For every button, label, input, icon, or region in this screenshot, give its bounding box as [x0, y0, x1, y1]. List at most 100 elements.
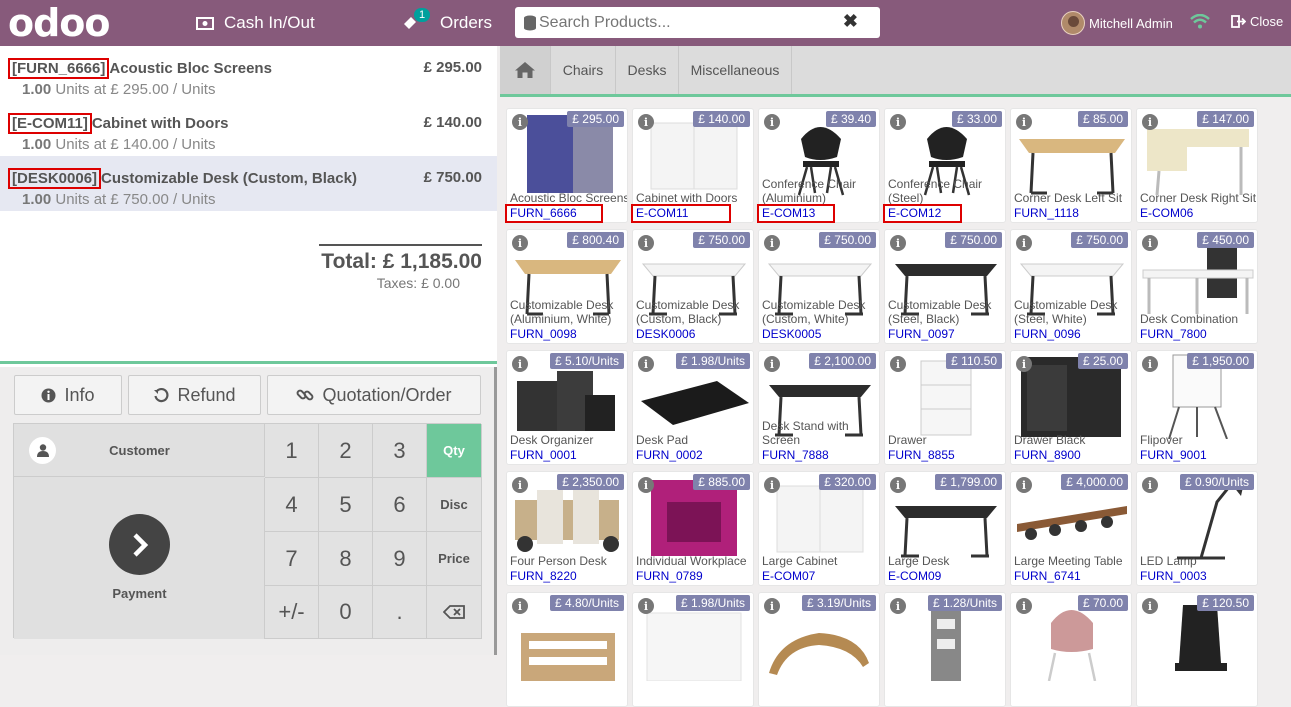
product-card[interactable]: i £ 750.00 Customizable Desk (Custom, Whit…	[758, 229, 880, 344]
user-menu[interactable]: Mitchell Admin	[1061, 11, 1173, 35]
qty-mode-button[interactable]: Qty	[427, 424, 482, 478]
payment-button[interactable]: Payment	[14, 478, 265, 639]
product-info-icon[interactable]: i	[890, 477, 906, 493]
numpad-key-plus-minus[interactable]: +/-	[265, 586, 319, 639]
product-name: Customizable Desk (Steel, White)	[1014, 298, 1118, 326]
product-info-icon[interactable]: i	[764, 477, 780, 493]
product-card[interactable]: i £ 0.90/Units LED Lamp FURN_0003	[1136, 471, 1258, 586]
product-card[interactable]: i £ 120.50	[1136, 592, 1258, 707]
info-button[interactable]: Info	[14, 375, 122, 415]
search-products-input[interactable]	[539, 13, 829, 32]
product-info-icon[interactable]: i	[638, 235, 654, 251]
product-info-icon[interactable]: i	[1016, 356, 1032, 372]
product-card[interactable]: i £ 85.00 Corner Desk Left Sit FURN_1118	[1010, 108, 1132, 223]
product-info-icon[interactable]: i	[890, 356, 906, 372]
product-info-icon[interactable]: i	[512, 235, 528, 251]
category-miscellaneous[interactable]: Miscellaneous	[679, 46, 792, 94]
product-info-icon[interactable]: i	[890, 598, 906, 614]
product-card[interactable]: i £ 750.00 Customizable Desk (Steel, Black…	[884, 229, 1006, 344]
product-info-icon[interactable]: i	[512, 356, 528, 372]
product-info-icon[interactable]: i	[512, 598, 528, 614]
home-category-button[interactable]	[500, 46, 551, 94]
product-info-icon[interactable]: i	[890, 235, 906, 251]
close-button[interactable]: Close	[1231, 14, 1283, 29]
numpad-key-3[interactable]: 3	[373, 424, 427, 478]
product-card[interactable]: i £ 5.10/Units Desk Organizer FURN_0001	[506, 350, 628, 465]
product-info-icon[interactable]: i	[638, 477, 654, 493]
product-card[interactable]: i £ 4,000.00 Large Meeting Table FURN_6741	[1010, 471, 1132, 586]
orderline[interactable]: [E-COM11] Cabinet with Doors £ 140.00 1.0…	[0, 101, 497, 156]
category-chairs[interactable]: Chairs	[551, 46, 616, 94]
numpad-key-4[interactable]: 4	[265, 478, 319, 532]
price-mode-button[interactable]: Price	[427, 532, 482, 586]
cash-in-out-button[interactable]: Cash In/Out	[196, 0, 315, 46]
backspace-button[interactable]	[427, 586, 482, 639]
product-info-icon[interactable]: i	[512, 114, 528, 130]
product-info-icon[interactable]: i	[764, 598, 780, 614]
numpad-key-9[interactable]: 9	[373, 532, 427, 586]
numpad-key-0[interactable]: 0	[319, 586, 373, 639]
product-card[interactable]: i £ 33.00 Conference Chair (Steel) E-COM12	[884, 108, 1006, 223]
product-card[interactable]: i £ 800.40 Customizable Desk (Aluminium, W…	[506, 229, 628, 344]
product-card[interactable]: i £ 1,799.00 Large Desk E-COM09	[884, 471, 1006, 586]
product-card[interactable]: i £ 1.98/Units	[632, 592, 754, 707]
category-desks[interactable]: Desks	[616, 46, 679, 94]
product-card[interactable]: i £ 39.40 Conference Chair (Aluminium) E-CO…	[758, 108, 880, 223]
product-info-icon[interactable]: i	[1016, 477, 1032, 493]
product-card[interactable]: i £ 25.00 Drawer Black FURN_8900	[1010, 350, 1132, 465]
product-info-icon[interactable]: i	[890, 114, 906, 130]
product-info-icon[interactable]: i	[1142, 477, 1158, 493]
numpad-key-5[interactable]: 5	[319, 478, 373, 532]
product-info-icon[interactable]: i	[1142, 235, 1158, 251]
product-info-icon[interactable]: i	[638, 114, 654, 130]
product-code: FURN_9001	[1140, 448, 1207, 462]
product-info-icon[interactable]: i	[1142, 598, 1158, 614]
product-info-icon[interactable]: i	[638, 598, 654, 614]
product-info-icon[interactable]: i	[512, 477, 528, 493]
product-info-icon[interactable]: i	[1142, 356, 1158, 372]
wifi-icon	[1190, 14, 1210, 29]
numpad-key-6[interactable]: 6	[373, 478, 427, 532]
product-info-icon[interactable]: i	[1016, 598, 1032, 614]
product-info-icon[interactable]: i	[638, 356, 654, 372]
product-card[interactable]: i £ 750.00 Customizable Desk (Steel, White…	[1010, 229, 1132, 344]
clear-search-icon[interactable]: ✖	[843, 11, 858, 32]
product-card[interactable]: i £ 2,100.00 Desk Stand with Screen FURN_78…	[758, 350, 880, 465]
product-info-icon[interactable]: i	[1016, 235, 1032, 251]
numpad-key-8[interactable]: 8	[319, 532, 373, 586]
disc-mode-button[interactable]: Disc	[427, 478, 482, 532]
product-info-icon[interactable]: i	[764, 235, 780, 251]
product-card[interactable]: i £ 1.28/Units	[884, 592, 1006, 707]
orderline[interactable]: [FURN_6666] Acoustic Bloc Screens £ 295.0…	[0, 46, 497, 101]
product-card[interactable]: i £ 140.00 Cabinet with Doors E-COM11	[632, 108, 754, 223]
product-info-icon[interactable]: i	[1016, 114, 1032, 130]
product-card[interactable]: i £ 450.00 Desk Combination FURN_7800	[1136, 229, 1258, 344]
product-info-icon[interactable]: i	[1142, 114, 1158, 130]
product-card[interactable]: i £ 2,350.00 Four Person Desk FURN_8220	[506, 471, 628, 586]
product-card[interactable]: i £ 885.00 Individual Workplace FURN_0789	[632, 471, 754, 586]
product-info-icon[interactable]: i	[764, 356, 780, 372]
numpad-key-1[interactable]: 1	[265, 424, 319, 478]
product-card[interactable]: i £ 70.00	[1010, 592, 1132, 707]
quotation-order-button[interactable]: Quotation/Order	[267, 375, 481, 415]
product-card[interactable]: i £ 3.19/Units	[758, 592, 880, 707]
product-card[interactable]: i £ 320.00 Large Cabinet E-COM07	[758, 471, 880, 586]
refund-button[interactable]: Refund	[128, 375, 261, 415]
product-info-icon[interactable]: i	[764, 114, 780, 130]
orders-button[interactable]: 1 Orders	[402, 0, 492, 46]
numpad-key-2[interactable]: 2	[319, 424, 373, 478]
product-card[interactable]: i £ 1.98/Units Desk Pad FURN_0002	[632, 350, 754, 465]
customer-button[interactable]: Customer	[14, 424, 265, 477]
product-card[interactable]: i £ 4.80/Units	[506, 592, 628, 707]
orderline-selected[interactable]: [DESK0006] Customizable Desk (Custom, Bla…	[0, 156, 497, 211]
numpad-key-decimal[interactable]: .	[373, 586, 427, 639]
product-card[interactable]: i £ 295.00 Acoustic Bloc Screens FURN_6666	[506, 108, 628, 223]
product-card[interactable]: i £ 1,950.00 Flipover FURN_9001	[1136, 350, 1258, 465]
product-card[interactable]: i £ 750.00 Customizable Desk (Custom, Blac…	[632, 229, 754, 344]
product-price-tag: £ 39.40	[825, 111, 876, 127]
product-card[interactable]: i £ 147.00 Corner Desk Right Sit E-COM06	[1136, 108, 1258, 223]
product-name: Large Desk	[888, 554, 950, 568]
product-card[interactable]: i £ 110.50 Drawer FURN_8855	[884, 350, 1006, 465]
search-bar[interactable]: ✖	[515, 7, 880, 38]
numpad-key-7[interactable]: 7	[265, 532, 319, 586]
